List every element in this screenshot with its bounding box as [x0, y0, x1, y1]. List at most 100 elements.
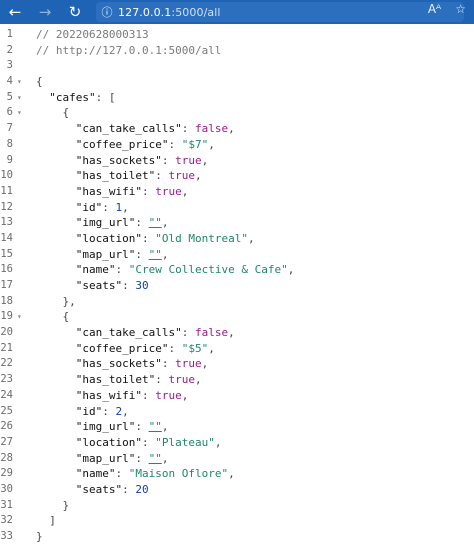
reload-icon: ↻ — [68, 3, 82, 21]
code-line: 16 "name": "Crew Collective & Cafe", — [0, 262, 474, 278]
colon: : — [135, 420, 149, 434]
code-line: 8 "coffee_price": "$7", — [0, 137, 474, 153]
line-content: "can_take_calls": false, — [36, 121, 235, 137]
bracket: } — [36, 498, 70, 512]
comment: // http://127.0.0.1:5000/all — [36, 43, 222, 57]
code-line: 13 "img_url": "", — [0, 215, 474, 231]
line-content: } — [36, 498, 69, 514]
json-value: "" — [148, 451, 162, 465]
line-content: { — [36, 105, 69, 121]
line-number: 28 — [0, 451, 13, 464]
line-content: }, — [36, 294, 76, 310]
comma: , — [201, 357, 209, 371]
fold-toggle-icon[interactable]: ▾ — [17, 90, 22, 106]
favorites-icon[interactable]: ☆ — [455, 2, 466, 16]
read-aloud-icon[interactable]: Aᴬ — [428, 2, 441, 16]
fold-toggle-icon[interactable]: ▾ — [17, 105, 22, 121]
json-value: "Crew Collective & Cafe" — [128, 263, 288, 277]
comma: , — [208, 341, 215, 355]
line-number: 22 — [0, 357, 13, 370]
forward-arrow-icon: → — [38, 3, 52, 21]
code-line: 19 ▾ { — [0, 309, 474, 325]
json-value: "Plateau" — [155, 435, 215, 449]
line-number: 2 — [6, 43, 13, 56]
line-content: "id": 1, — [36, 200, 129, 216]
json-value: false — [194, 326, 229, 340]
code-line: 21 "coffee_price": "$5", — [0, 341, 474, 357]
back-arrow-icon: ← — [8, 3, 22, 21]
json-key: "has_toilet" — [75, 373, 156, 387]
browser-toolbar: ← → ↻ ⓘ 127.0.0.1:5000/all Aᴬ ☆ — [0, 0, 474, 24]
colon: : — [102, 200, 116, 214]
line-content: "can_take_calls": false, — [36, 325, 235, 341]
line-number: 26 — [0, 420, 13, 433]
json-value: 30 — [135, 279, 149, 292]
code-line: 2 // http://127.0.0.1:5000/all — [0, 43, 474, 59]
line-number: 17 — [0, 279, 13, 291]
bracket: }, — [36, 294, 76, 308]
json-key: "can_take_calls" — [75, 122, 182, 136]
colon: : — [181, 122, 195, 136]
code-line: 22 "has_sockets": true, — [0, 356, 474, 372]
fold-toggle-icon[interactable]: ▾ — [17, 309, 22, 325]
colon: : — [141, 231, 156, 245]
colon: : — [115, 263, 129, 277]
comma: , — [208, 137, 215, 151]
line-content: "has_sockets": true, — [36, 356, 208, 372]
colon: : — [168, 137, 182, 151]
comma: , — [181, 184, 189, 198]
code-line: 5 ▾ "cafes": [ — [0, 90, 474, 106]
reload-button[interactable]: ↻ — [60, 0, 90, 24]
line-number: 14 — [0, 231, 13, 244]
line-number: 4 — [6, 75, 13, 88]
code-line: 28 "map_url": "", — [0, 451, 474, 467]
json-key: "location" — [75, 231, 142, 245]
line-content: "img_url": "", — [36, 215, 169, 231]
code-line: 25 "id": 2, — [0, 404, 474, 420]
colon: : — [161, 357, 176, 371]
line-content: "has_wifi": true, — [36, 388, 189, 404]
line-content: "cafes": [ — [36, 90, 115, 106]
json-key: "seats" — [75, 279, 123, 292]
comma: , — [122, 404, 129, 418]
code-line: 12 "id": 1, — [0, 200, 474, 216]
address-bar[interactable]: ⓘ 127.0.0.1:5000/all — [96, 2, 464, 22]
comma: , — [161, 451, 169, 465]
forward-button[interactable]: → — [30, 0, 60, 24]
line-content: "coffee_price": "$7", — [36, 137, 215, 153]
json-key: "location" — [75, 435, 142, 449]
colon: : — [135, 451, 149, 465]
comma: , — [228, 326, 235, 340]
info-icon[interactable]: ⓘ — [96, 4, 118, 20]
line-number: 15 — [0, 247, 13, 260]
json-value: true — [175, 153, 202, 167]
line-content: "name": "Maison Oflore", — [36, 466, 235, 482]
line-number: 20 — [0, 326, 13, 339]
line-number: 3 — [6, 59, 13, 72]
bracket: ] — [36, 514, 56, 528]
json-key: "map_url" — [75, 247, 136, 261]
line-number: 10 — [0, 169, 13, 182]
colon: : — [122, 482, 136, 496]
code-line: 17 "seats": 30 — [0, 278, 474, 294]
code-line: 4 ▾ { — [0, 74, 474, 90]
json-value: true — [168, 373, 195, 387]
line-content: { — [36, 74, 43, 90]
json-value: false — [194, 122, 229, 136]
code-line: 11 "has_wifi": true, — [0, 184, 474, 200]
url-host: 127.0.0.1 — [118, 5, 172, 19]
fold-toggle-icon[interactable]: ▾ — [17, 74, 22, 90]
json-key: "img_url" — [75, 216, 136, 230]
back-button[interactable]: ← — [0, 0, 30, 24]
code-line: 29 "name": "Maison Oflore", — [0, 466, 474, 482]
json-key: "id" — [75, 404, 103, 418]
colon: : — [115, 467, 129, 481]
code-line: 10 "has_toilet": true, — [0, 168, 474, 184]
code-line: 26 "img_url": "", — [0, 419, 474, 435]
bracket: [ — [108, 90, 116, 104]
code-line: 23 "has_toilet": true, — [0, 372, 474, 388]
